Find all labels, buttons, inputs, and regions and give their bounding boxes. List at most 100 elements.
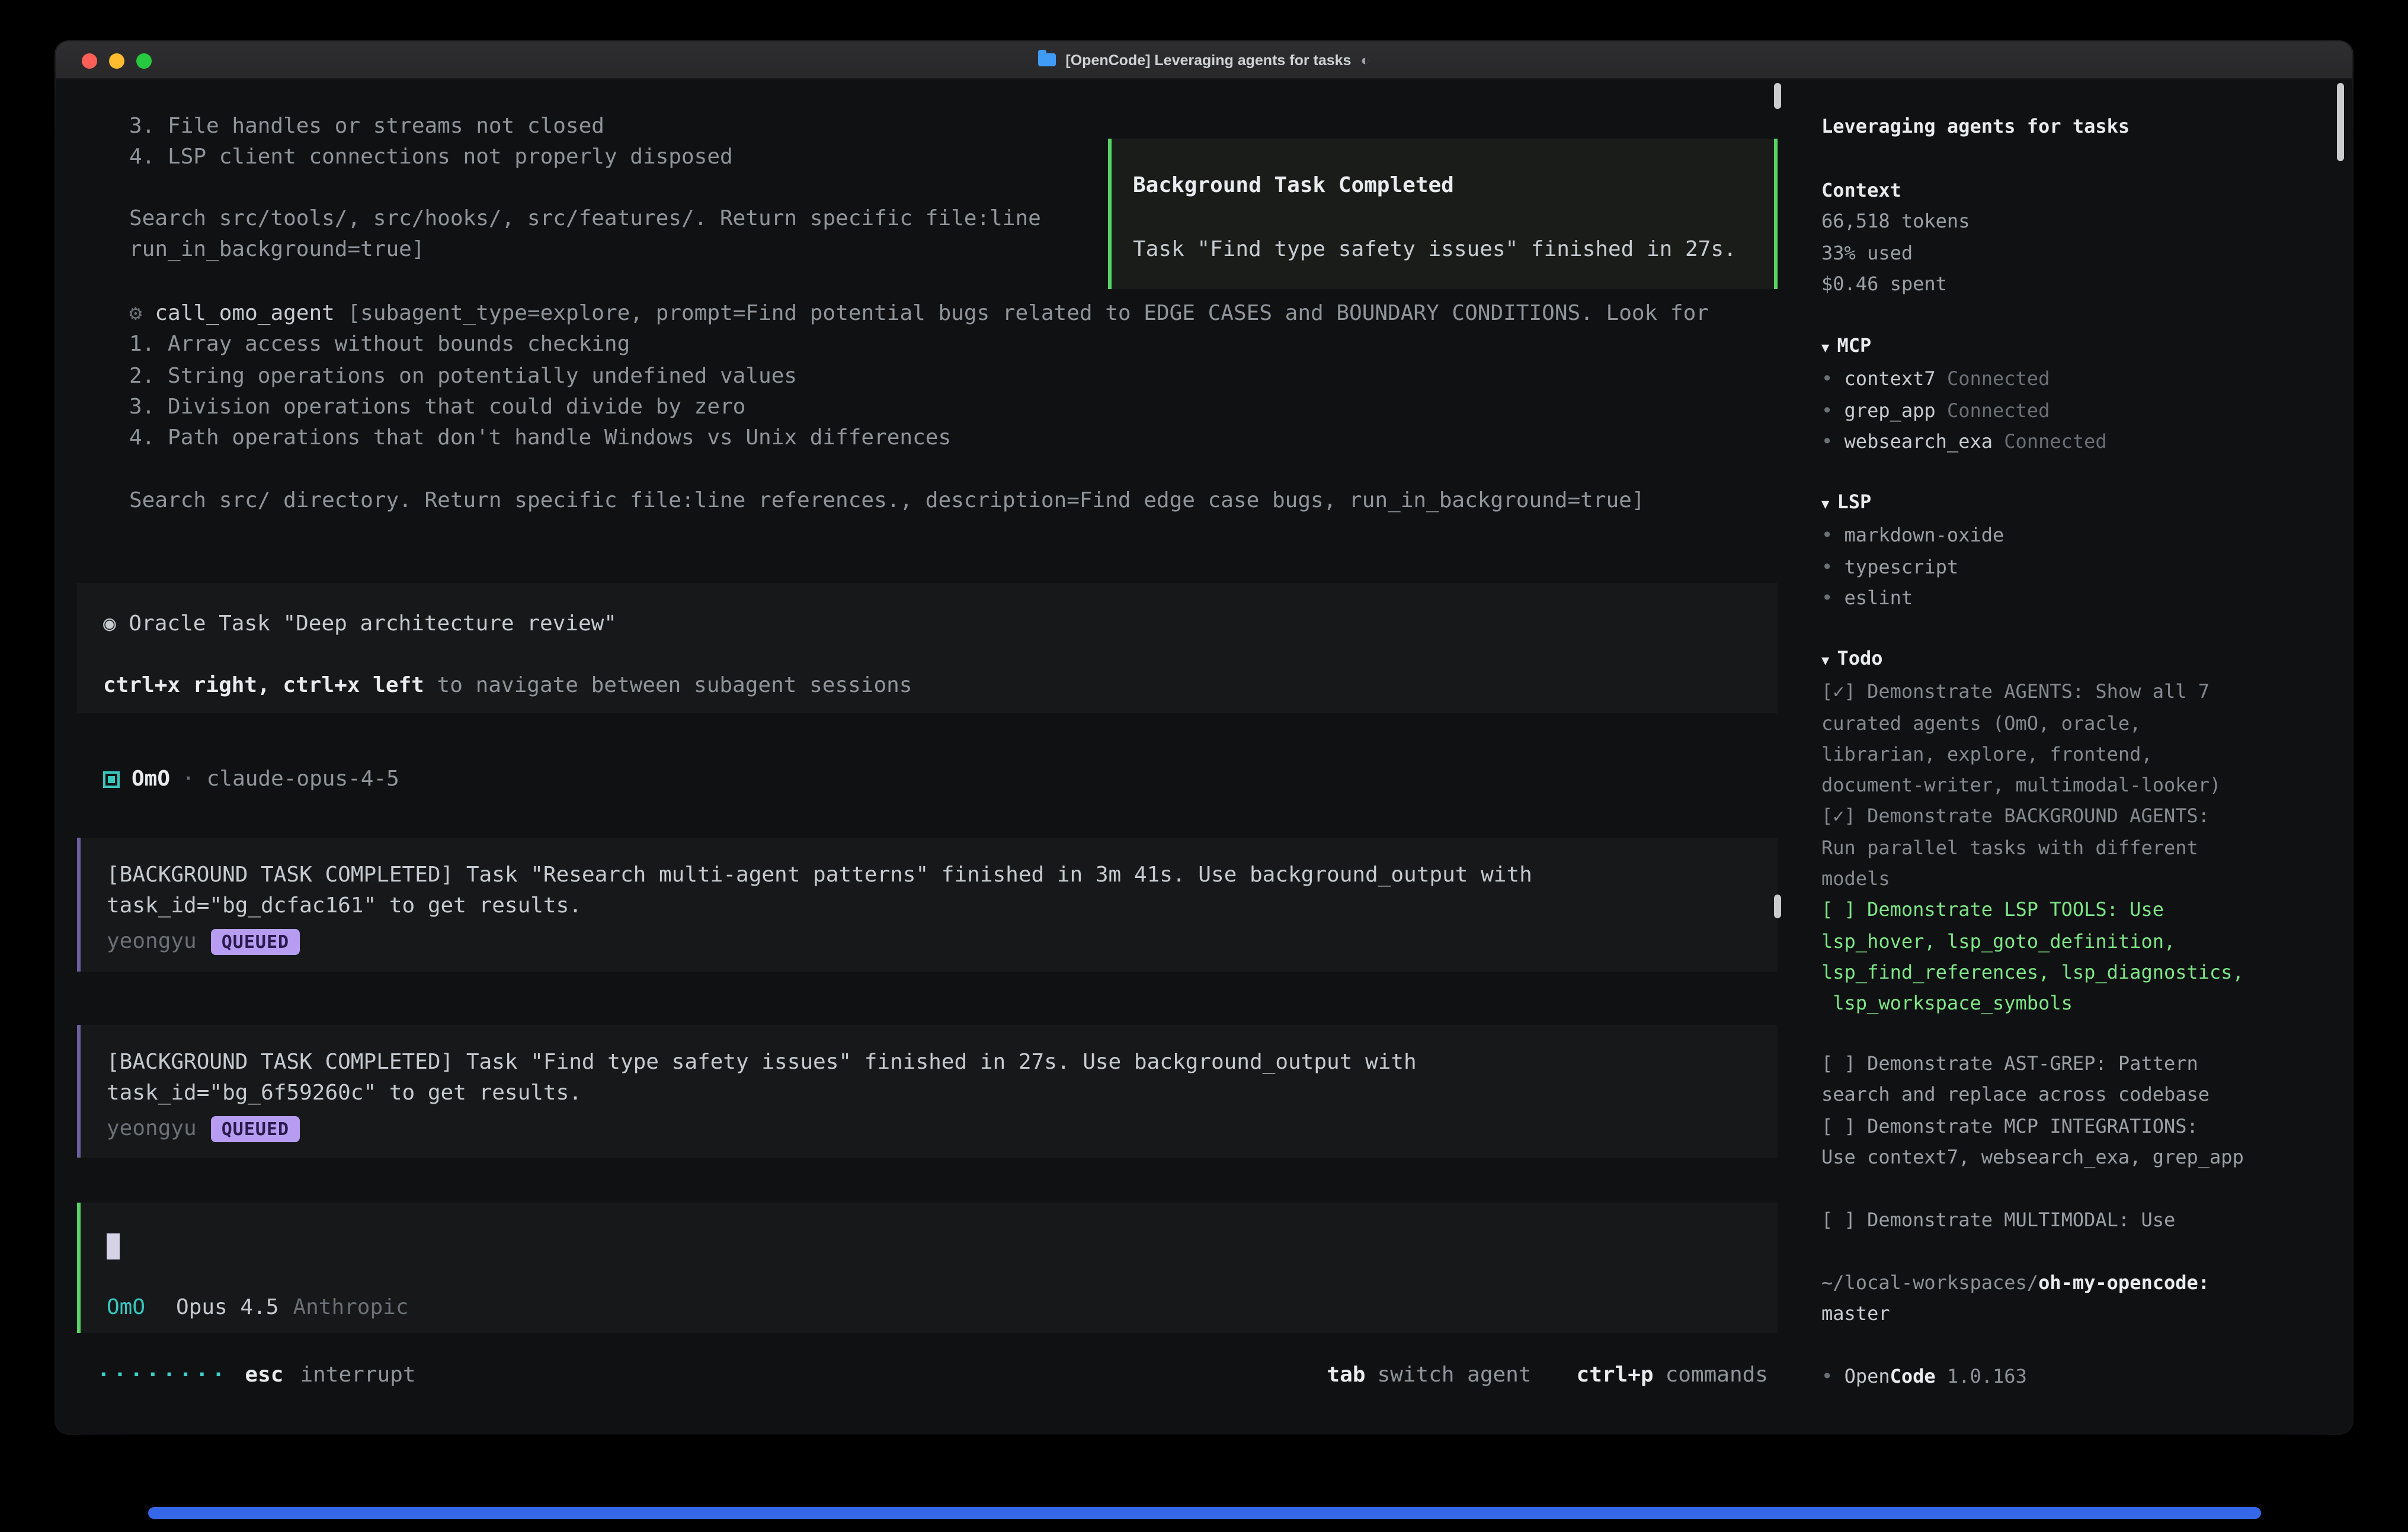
tool-line: 2. String operations on potentially unde… [129,361,1709,392]
tab-key-label: switch agent [1377,1360,1531,1392]
lsp-item: • eslint [1821,583,2004,614]
nav-hint: to navigate between subagent sessions [424,673,912,698]
task-author: yeongyu [107,926,197,957]
task-meta: yeongyu QUEUED [107,926,1778,957]
text-cursor [107,1233,120,1259]
traffic-lights [82,41,152,79]
todo-done-line: Run parallel tasks with different [1821,833,2244,864]
mcp-item: • grep_app Connected [1821,395,2107,427]
log-lines-top: 3. File handles or streams not closed 4.… [129,111,733,174]
todo-pending-line: [ ] Demonstrate AST-GREP: Pattern [1821,1049,2244,1080]
main-scrollbar-thumb[interactable] [1774,895,1781,918]
ctrlp-key-label: commands [1666,1360,1768,1392]
workspace-branch: master [1821,1299,2210,1331]
status-badge: QUEUED [211,1116,300,1142]
input-model-label: Opus 4.5 [176,1293,278,1324]
log-line: 4. LSP client connections not properly d… [129,143,733,174]
toast-title: Background Task Completed [1133,171,1454,202]
context-tokens: 66,518 tokens [1821,207,1970,238]
lsp-item: • markdown-oxide [1821,521,2004,552]
mcp-item: • context7 Connected [1821,364,2107,396]
chevron-down-icon: ▼ [1821,653,1837,668]
tool-call-line: ⚙ call_omo_agent [subagent_type=explore,… [129,299,1709,330]
todo-done-line: curated agents (OmO, oracle, [1821,708,2244,739]
chevron-down-icon: ▼ [1821,340,1837,355]
task-result-line: task_id="bg_dcfac161" to get results. [107,892,1778,923]
agent-header: OmO · claude-opus-4-5 [103,764,399,796]
status-badge: QUEUED [211,928,300,954]
window-title-text: [OpenCode] Leveraging agents for tasks [1065,52,1351,68]
todo-done-line: document-writer, multimodal-looker) [1821,770,2244,802]
minimize-window-button[interactable] [109,53,124,68]
tool-call-block: ⚙ call_omo_agent [subagent_type=explore,… [129,299,1709,454]
context-spent: $0.46 spent [1821,269,1970,300]
workspace-path: ~/local-workspaces/oh-my-opencode: maste… [1821,1268,2210,1330]
mcp-header[interactable]: ▼ MCP [1821,331,2107,364]
todo-pending-line: Use context7, websearch_exa, grep_app [1821,1142,2244,1174]
screen: [OpenCode] Leveraging agents for tasks ◐… [0,0,2408,1532]
main-scrollbar-thumb[interactable] [1774,83,1781,109]
dock-indicator[interactable] [148,1507,2261,1519]
oracle-task-panel: ◉ Oracle Task "Deep architecture review"… [77,583,1778,713]
app-version: • OpenCode 1.0.163 [1821,1361,2027,1393]
tool-line: 1. Array access without bounds checking [129,330,1709,361]
todo-active-line: [ ] Demonstrate LSP TOOLS: Use [1821,895,2244,927]
todo-pending-line: [ ] Demonstrate MULTIMODAL: Use [1821,1205,2175,1236]
lsp-header[interactable]: ▼ LSP [1821,487,2004,521]
nav-keys: ctrl+x right, ctrl+x left [103,673,424,698]
todo-done-line: [✓] Demonstrate AGENTS: Show all 7 [1821,677,2244,709]
prompt-input[interactable]: OmO Opus 4.5 Anthropic [77,1203,1778,1333]
oracle-task-title-line: ◉ Oracle Task "Deep architecture review" [103,609,617,640]
ctrlp-key-hint: ctrl+p [1577,1360,1654,1392]
close-window-button[interactable] [82,53,97,68]
background-task-toast[interactable]: Background Task Completed Task "Find typ… [1108,139,1778,289]
mcp-section: ▼ MCP • context7 Connected • grep_app Co… [1821,331,2107,457]
toast-body: Task "Find type safety issues" finished … [1133,235,1737,266]
separator-dot: · [182,764,195,796]
app-version-line: • OpenCode 1.0.163 [1821,1361,2027,1393]
tool-line: 4. Path operations that don't handle Win… [129,423,1709,454]
context-header: Context [1821,175,1970,207]
todo-done-line: [✓] Demonstrate BACKGROUND AGENTS: [1821,802,2244,833]
todo-done-line: models [1821,864,2244,895]
context-section: Context 66,518 tokens 33% used $0.46 spe… [1821,175,1970,300]
todo-active-line: lsp_workspace_symbols [1821,989,2244,1020]
todo-section: ▼ Todo [✓] Demonstrate AGENTS: Show all … [1821,643,2244,1020]
lsp-item: • typescript [1821,552,2004,583]
todo-active-line: lsp_find_references, lsp_diagnostics, [1821,957,2244,989]
tool-args: [subagent_type=explore, prompt=Find pote… [335,301,1709,326]
task-result-line: [BACKGROUND TASK COMPLETED] Task "Resear… [107,860,1778,892]
terminal-window: [OpenCode] Leveraging agents for tasks ◐… [56,41,2352,1434]
log-search-block-2: Search src/ directory. Return specific f… [129,486,1645,517]
log-line: run_in_background=true] [129,235,1041,267]
agent-model: claude-opus-4-5 [207,764,399,796]
input-footer: OmO Opus 4.5 Anthropic [107,1293,409,1324]
statusbar-left: ········ esc interrupt [97,1360,416,1392]
omo-agent-icon [103,771,120,788]
todo-active-line: lsp_hover, lsp_goto_definition, [1821,926,2244,957]
task-result-line: [BACKGROUND TASK COMPLETED] Task "Find t… [107,1047,1778,1079]
log-line: Search src/tools/, src/hooks/, src/featu… [129,204,1041,235]
task-result-line: task_id="bg_6f59260c" to get results. [107,1079,1778,1110]
todo-done-line: librarian, explore, frontend, [1821,739,2244,771]
folder-icon [1038,53,1056,66]
zoom-window-button[interactable] [136,53,152,68]
esc-key-hint: esc [245,1360,283,1392]
todo-pending-line: search and replace across codebase [1821,1080,2244,1111]
log-search-block-1: Search src/tools/, src/hooks/, src/featu… [129,204,1041,266]
tab-key-hint: tab [1327,1360,1365,1392]
task-meta: yeongyu QUEUED [107,1113,1778,1145]
gear-icon: ⚙ [129,301,155,326]
spinner-dots: ········ [97,1360,228,1392]
context-used: 33% used [1821,238,1970,269]
loading-moon-icon: ◐ [1360,52,1369,68]
todo-header[interactable]: ▼ Todo [1821,643,2244,677]
sidebar-scrollbar-thumb[interactable] [2337,83,2344,161]
log-line: 3. File handles or streams not closed [129,111,733,143]
window-title: [OpenCode] Leveraging agents for tasks ◐ [1038,52,1369,68]
mcp-item: • websearch_exa Connected [1821,427,2107,458]
task-author: yeongyu [107,1113,197,1145]
bullet-icon: • [1821,1365,1833,1387]
log-line: Search src/ directory. Return specific f… [129,486,1645,517]
task-result-block: [BACKGROUND TASK COMPLETED] Task "Resear… [77,838,1778,972]
